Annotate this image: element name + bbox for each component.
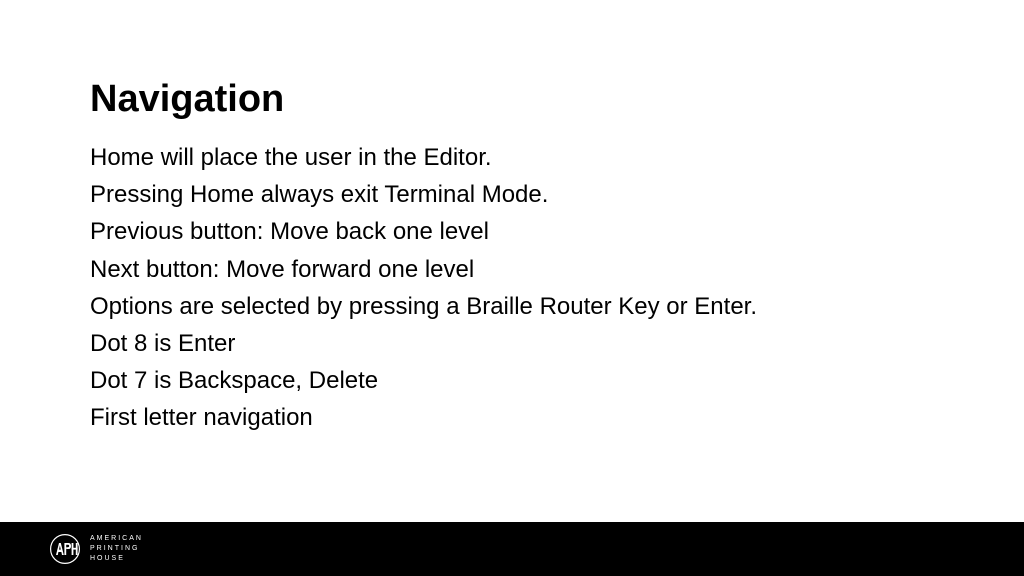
body-line: Home will place the user in the Editor.: [90, 139, 934, 176]
aph-logo-icon: [50, 534, 80, 564]
slide-content: Navigation Home will place the user in t…: [0, 0, 1024, 437]
body-line: Options are selected by pressing a Brail…: [90, 288, 934, 325]
slide-title: Navigation: [90, 78, 934, 121]
body-line: First letter navigation: [90, 399, 934, 436]
slide-body: Home will place the user in the Editor. …: [90, 139, 934, 437]
footer-bar: AMERICAN PRINTING HOUSE: [0, 522, 1024, 576]
org-name-line: HOUSE: [90, 554, 143, 564]
body-line: Previous button: Move back one level: [90, 213, 934, 250]
body-line: Dot 8 is Enter: [90, 325, 934, 362]
org-name-line: AMERICAN: [90, 534, 143, 544]
body-line: Next button: Move forward one level: [90, 251, 934, 288]
body-line: Dot 7 is Backspace, Delete: [90, 362, 934, 399]
aph-logo-text: AMERICAN PRINTING HOUSE: [90, 534, 143, 563]
aph-logo: AMERICAN PRINTING HOUSE: [50, 534, 143, 564]
org-name-line: PRINTING: [90, 544, 143, 554]
body-line: Pressing Home always exit Terminal Mode.: [90, 176, 934, 213]
